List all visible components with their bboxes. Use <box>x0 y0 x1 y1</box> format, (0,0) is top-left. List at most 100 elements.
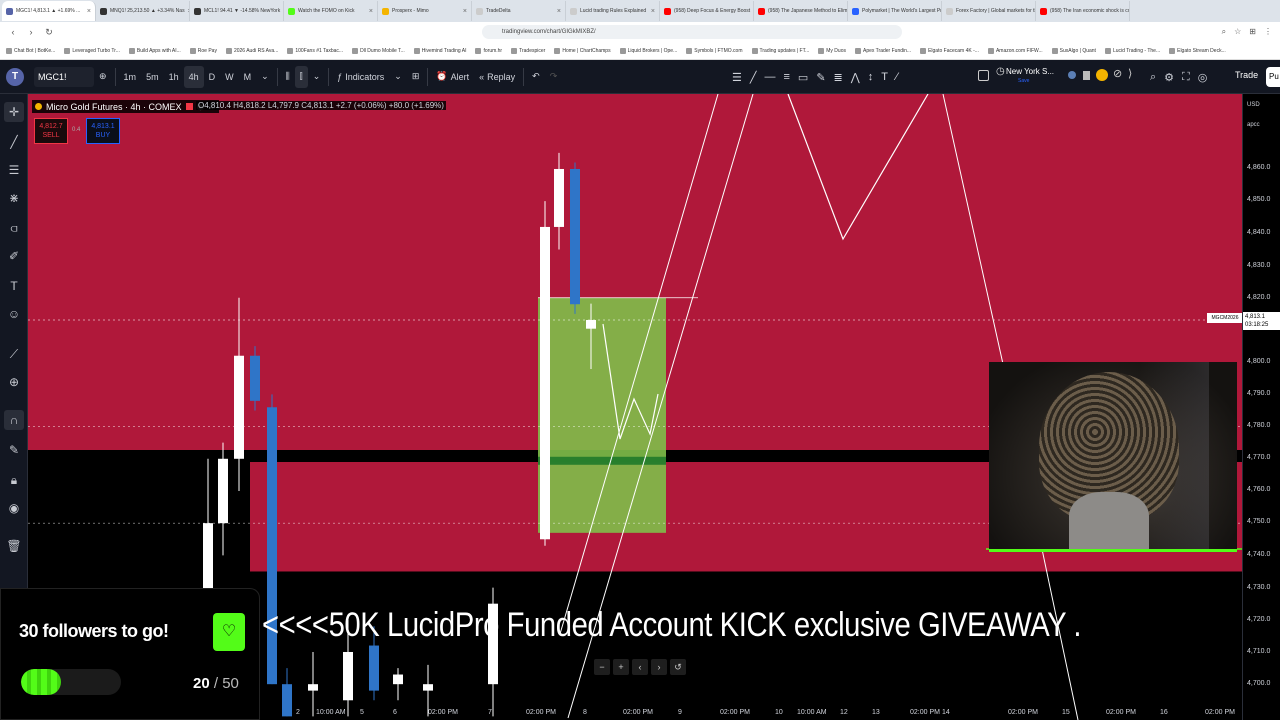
indicators-button[interactable]: ƒ Indicators <box>332 66 389 88</box>
bookmark-item[interactable]: SuxAlgo | Quant <box>1051 47 1096 54</box>
parallel-channel-icon[interactable]: ≡ <box>784 71 790 83</box>
bookmark-item[interactable]: forum.hr <box>475 47 502 54</box>
mute-icon[interactable]: ⊘ <box>1113 67 1122 80</box>
interval-m[interactable]: M <box>239 66 257 88</box>
bookmark-item[interactable]: Hivemind Trading AI <box>413 47 466 54</box>
buy-button[interactable]: 4,813.1 BUY <box>86 118 120 144</box>
extensions-icon[interactable]: ⊞ <box>1249 27 1256 37</box>
browser-tab[interactable]: MNQ1! 25,213.50 ▲ +3.34% Nas× <box>96 1 190 21</box>
indicators-dropdown-icon[interactable]: ⌄ <box>389 66 407 88</box>
bookmark-item[interactable]: Tradespicer <box>511 47 545 54</box>
icon-tool-icon[interactable]: ☺ <box>4 304 24 324</box>
interval-4h[interactable]: 4h <box>183 65 204 88</box>
browser-tab[interactable]: Watch the FOMO on Kick × <box>284 1 378 21</box>
trade-button[interactable]: Trade <box>1232 67 1261 83</box>
record-icon[interactable] <box>1068 71 1076 79</box>
settings-icon[interactable] <box>1096 69 1108 81</box>
chart-type-dropdown-icon[interactable]: ⌄ <box>308 66 326 88</box>
text-icon[interactable]: T <box>881 71 888 83</box>
browser-tab[interactable]: (958) The Japanese Method to Elimi× <box>754 1 848 21</box>
text-tool-icon[interactable]: T <box>4 276 24 296</box>
lock-icon[interactable]: 🔒︎ <box>4 470 24 490</box>
fib-icon[interactable]: ≣ <box>834 71 843 84</box>
browser-tab[interactable]: MCL1! 94.41 ▼ -14.58% NewYork× <box>190 1 284 21</box>
browser-tab[interactable]: TradeDelta × <box>472 1 566 21</box>
undo-icon[interactable]: ↶ <box>527 66 545 88</box>
sell-button[interactable]: 4,812.7 SELL <box>34 118 68 144</box>
trend-line-icon[interactable]: ╱ <box>4 132 24 152</box>
close-tab-icon[interactable]: × <box>557 8 561 15</box>
fullscreen-icon[interactable]: ⛶ <box>1182 71 1190 84</box>
pencil-icon[interactable]: ⁄ <box>896 71 898 83</box>
redo-icon[interactable]: ↷ <box>545 66 563 88</box>
gear-icon[interactable]: ⚙ <box>1164 71 1174 84</box>
user-avatar[interactable]: T <box>6 67 24 86</box>
follow-heart-icon[interactable]: ♡ <box>213 613 245 651</box>
lock-drawing-icon[interactable]: ✎ <box>4 440 24 460</box>
pattern-tool-icon[interactable]: ⋇ <box>4 188 24 208</box>
magnet-icon[interactable]: ∩ <box>4 410 24 430</box>
interval-1h[interactable]: 1h <box>164 66 184 88</box>
flag-icon[interactable] <box>185 103 193 110</box>
bookmark-item[interactable]: Leveraged Turbo Tr... <box>64 47 120 54</box>
bookmark-star-icon[interactable]: ☆ <box>1234 27 1241 37</box>
url-input[interactable]: tradingview.com/chart/GIGkMIXBZ/ <box>482 25 902 39</box>
zoom-out-button[interactable]: − <box>594 659 610 675</box>
stop-icon[interactable] <box>1083 71 1090 80</box>
time-axis[interactable]: 2 10:00 AM 5 6 02:00 PM 7 02:00 PM 8 02:00 PM 9 02… <box>260 706 1242 720</box>
fib-retracement-icon[interactable]: ☰ <box>4 160 24 180</box>
back-icon[interactable]: ‹ <box>8 27 18 37</box>
eye-icon[interactable]: ◉ <box>4 498 24 518</box>
browser-tab[interactable]: Forex Factory | Global markets for th× <box>942 1 1036 21</box>
bar-style-icon[interactable]: ⫼ <box>281 66 295 88</box>
bookmark-item[interactable]: Trading updates | FT... <box>751 47 809 54</box>
horizontal-line-icon[interactable]: — <box>765 71 776 83</box>
bookmark-item[interactable]: Apex Trader Fundin... <box>854 47 911 54</box>
bookmark-item[interactable]: Dll Dumo Mobile T... <box>352 47 405 54</box>
add-symbol-icon[interactable]: ⊕ <box>94 66 112 88</box>
zoom-in-icon[interactable]: ⊕ <box>4 372 24 392</box>
bookmark-item[interactable]: Elgato Stream Deck... <box>1169 47 1226 54</box>
menu-lines-icon[interactable]: ☰ <box>732 71 742 84</box>
bookmark-item[interactable]: My Duos <box>818 47 846 54</box>
bookmark-item[interactable]: 2026 Audi RS Ava... <box>225 47 278 54</box>
measure-icon[interactable]: ↕ <box>868 71 874 83</box>
browser-tab[interactable]: Lucid trading Rules Explained × <box>566 1 660 21</box>
browser-tab[interactable]: (958) The Iran economic shock is co× <box>1036 1 1130 21</box>
browser-tab[interactable]: MGC1! 4,813.1 ▲ +1.69% ... × <box>2 1 96 21</box>
browser-tab[interactable]: Prosperx - Mimo × <box>378 1 472 21</box>
reset-chart-button[interactable]: ↺ <box>670 659 686 675</box>
brush-icon[interactable]: ✎ <box>816 71 825 84</box>
zoom-icon[interactable]: ⌕ <box>1222 27 1226 37</box>
projection-icon[interactable]: ⫏ <box>4 218 24 238</box>
bookmark-item[interactable]: Roe Pay <box>189 47 217 54</box>
menu-icon[interactable]: ⋮ <box>1264 27 1272 37</box>
close-tab-icon[interactable]: × <box>87 8 91 15</box>
symbol-search[interactable]: MGC1! <box>34 66 94 87</box>
interval-d[interactable]: D <box>204 66 221 88</box>
currency-label[interactable]: USD <box>1247 102 1260 108</box>
interval-dropdown-icon[interactable]: ⌄ <box>256 66 274 88</box>
scroll-right-button[interactable]: › <box>651 659 667 675</box>
replay-button[interactable]: «Replay <box>474 66 520 88</box>
forward-icon[interactable]: › <box>26 27 36 37</box>
trash-icon[interactable]: 🗑︎ <box>4 536 24 556</box>
unit-label[interactable]: apcc <box>1247 122 1260 128</box>
bookmark-item[interactable]: Elgato Facecam 4K -... <box>920 47 979 54</box>
publish-button[interactable]: Pu <box>1266 67 1280 87</box>
ruler-icon[interactable]: ⟋ <box>4 344 24 364</box>
scroll-left-button[interactable]: ‹ <box>632 659 648 675</box>
timezone-save-label[interactable]: Save <box>1018 78 1029 84</box>
trend-line-icon[interactable]: ╱ <box>750 71 757 84</box>
browser-tab[interactable]: (958) Deep Focus & Energy Boost× <box>660 1 754 21</box>
bookmark-item[interactable]: Liquid Brokers | Ope... <box>619 47 677 54</box>
camera-icon[interactable]: ◎ <box>1198 71 1208 84</box>
cursor-icon[interactable]: ✛ <box>4 102 24 122</box>
browser-tab[interactable]: Polymarket | The World's Largest Pre× <box>848 1 942 21</box>
close-tab-icon[interactable]: × <box>369 8 373 15</box>
interval-5m[interactable]: 5m <box>141 66 164 88</box>
layouts-icon[interactable]: ⊞ <box>407 66 425 88</box>
chart-type-icon[interactable]: ⫿ <box>294 65 308 88</box>
chevron-right-icon[interactable]: ⟩ <box>1128 67 1132 80</box>
bookmark-item[interactable]: Symbols | FTMO.com <box>686 47 743 54</box>
